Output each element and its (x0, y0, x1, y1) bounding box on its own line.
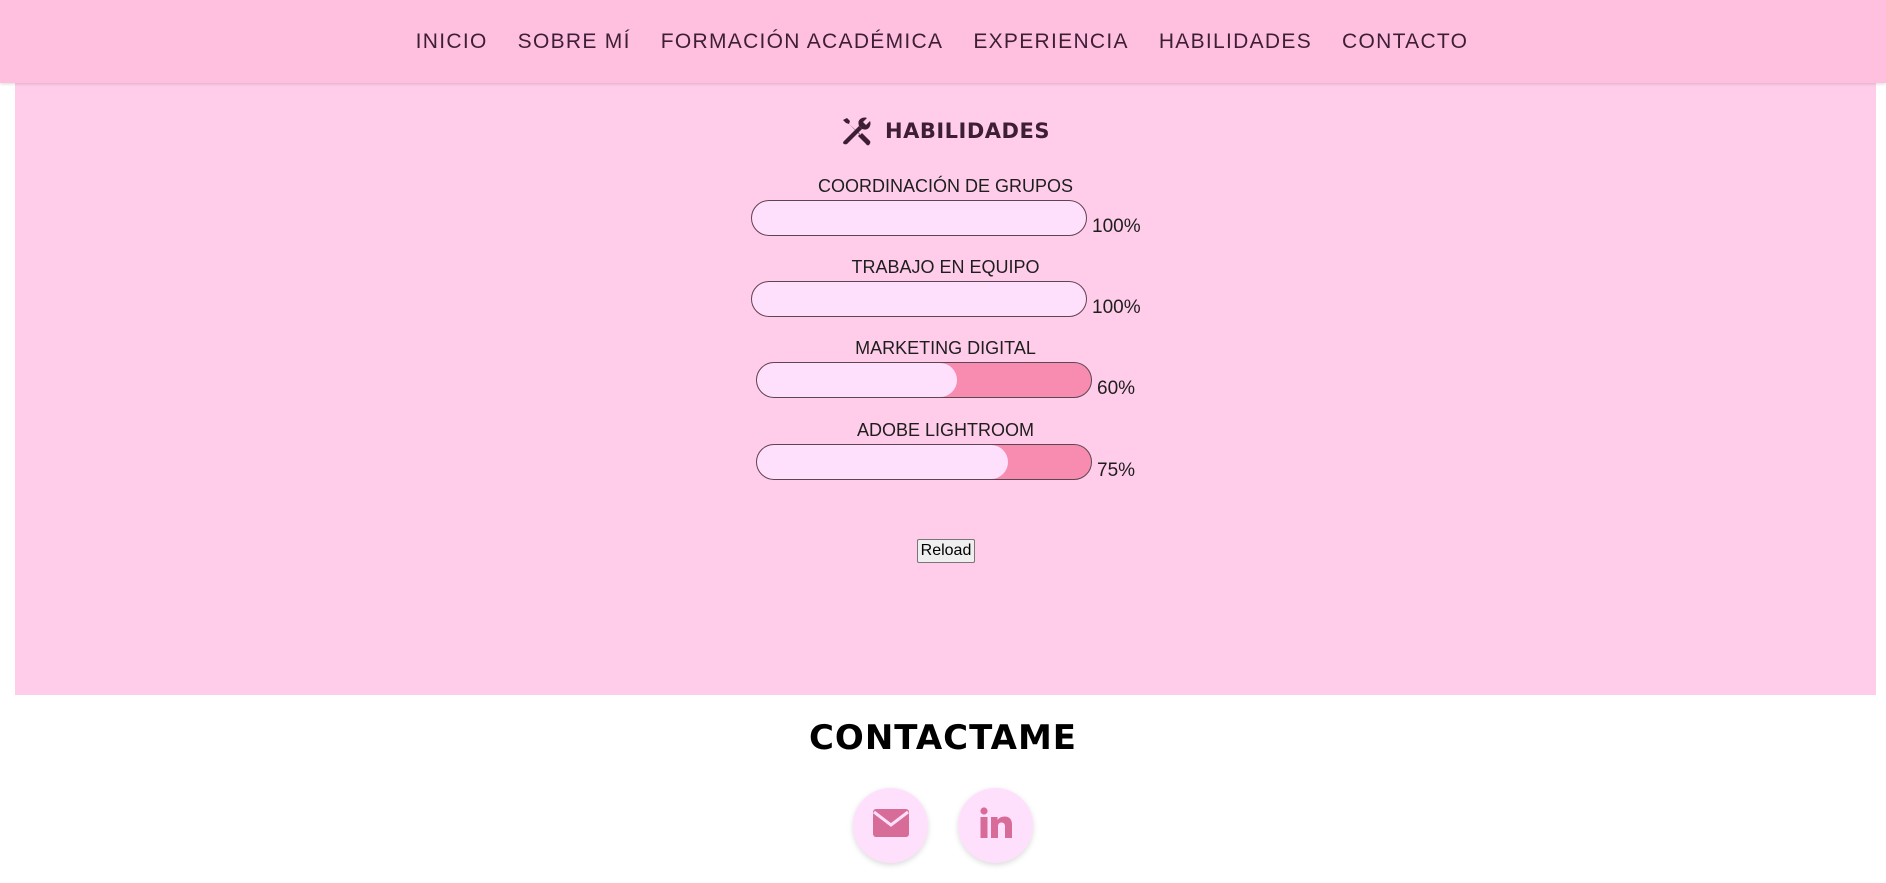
nav-link-contacto[interactable]: CONTACTO (1342, 30, 1468, 54)
reload-button[interactable]: Reload (917, 539, 975, 563)
skills-title: HABILIDADES (885, 119, 1050, 143)
skill-label: MARKETING DIGITAL (855, 338, 1036, 358)
skill-item: MARKETING DIGITAL 60% (15, 338, 1876, 418)
skill-item: TRABAJO EN EQUIPO 100% (15, 257, 1876, 337)
nav-link-formacion-academica[interactable]: FORMACIÓN ACADÉMICA (661, 30, 944, 54)
top-navigation: INICIO SOBRE MÍ FORMACIÓN ACADÉMICA EXPE… (0, 0, 1886, 83)
skill-progress-bar (751, 281, 1087, 317)
envelope-icon (872, 808, 910, 843)
skill-percent: 100% (1092, 216, 1141, 237)
skill-item: ADOBE LIGHTROOM 75% (15, 420, 1876, 500)
skill-percent: 100% (1092, 297, 1141, 318)
skill-label: TRABAJO EN EQUIPO (851, 257, 1040, 277)
linkedin-icon (979, 807, 1013, 844)
tools-icon (841, 115, 873, 147)
skills-heading: HABILIDADES (15, 115, 1876, 147)
skill-progress-fill (752, 201, 1086, 235)
skill-percent: 60% (1097, 378, 1136, 399)
nav-link-habilidades[interactable]: HABILIDADES (1159, 30, 1312, 54)
skill-percent: 75% (1097, 460, 1136, 481)
contact-links (0, 788, 1886, 863)
email-link[interactable] (853, 788, 928, 863)
linkedin-link[interactable] (958, 788, 1033, 863)
contact-title: CONTACTAME (808, 718, 1078, 758)
skills-section: HABILIDADES COORDINACIÓN DE GRUPOS 100% … (15, 83, 1876, 695)
skill-label: ADOBE LIGHTROOM (856, 420, 1035, 440)
nav-link-sobre-mi[interactable]: SOBRE MÍ (518, 30, 631, 54)
skill-progress-fill (752, 282, 1086, 316)
nav-link-experiencia[interactable]: EXPERIENCIA (973, 30, 1129, 54)
nav-list: INICIO SOBRE MÍ FORMACIÓN ACADÉMICA EXPE… (416, 30, 1469, 54)
skill-progress-bar (756, 444, 1092, 480)
nav-link-inicio[interactable]: INICIO (416, 30, 488, 54)
skill-label: COORDINACIÓN DE GRUPOS (817, 176, 1074, 196)
skill-item: COORDINACIÓN DE GRUPOS 100% (15, 176, 1876, 256)
skill-progress-fill (757, 363, 958, 397)
skill-progress-fill (757, 445, 1008, 479)
skill-progress-bar (756, 362, 1092, 398)
skill-progress-bar (751, 200, 1087, 236)
